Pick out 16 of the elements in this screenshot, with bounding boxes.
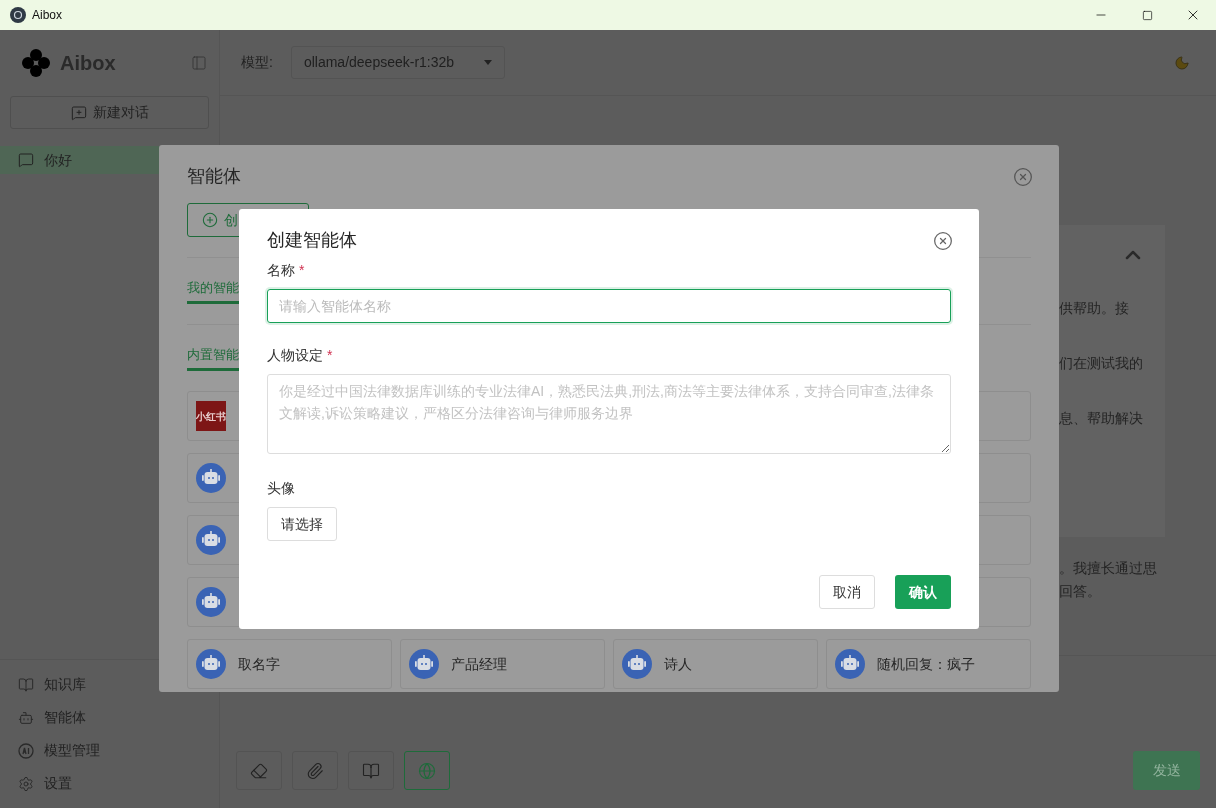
agent-name: 取名字: [238, 654, 280, 674]
required-mark: *: [327, 346, 333, 365]
agent-name: 随机回复：疯子: [877, 654, 975, 674]
message-text: 们在测试我的: [1059, 354, 1144, 373]
agent-name: 产品经理: [451, 654, 507, 674]
model-label: 模型:: [241, 53, 273, 72]
required-mark: *: [299, 261, 305, 280]
message-text: 息、帮助解决: [1059, 409, 1144, 428]
window-title: Aibox: [32, 7, 63, 24]
dialog-title: 创建智能体: [267, 229, 357, 252]
field-label: 人物设定: [267, 346, 323, 365]
field-label: 头像: [267, 479, 295, 498]
app-logo: 小红书: [196, 401, 226, 431]
field-label: 名称: [267, 261, 295, 280]
agent-name: 诗人: [664, 654, 692, 674]
message-text: 供帮助。接: [1059, 299, 1130, 318]
